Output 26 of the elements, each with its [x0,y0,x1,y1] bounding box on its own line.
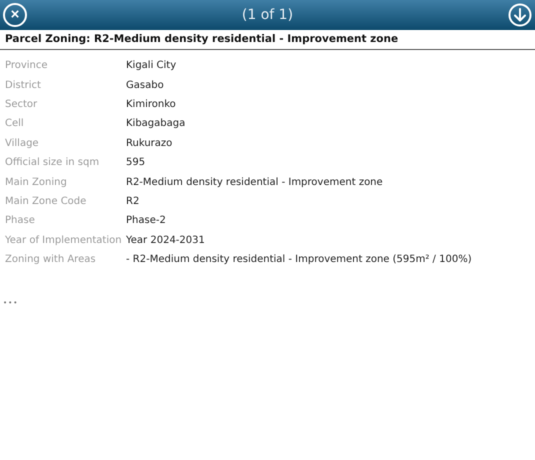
field-label: Official size in sqm [4,157,100,168]
field-value: Phase-2 [126,215,166,226]
field-value: Kimironko [126,98,176,110]
download-icon[interactable] [508,3,532,27]
field-label: Zoning with Areas [4,254,97,266]
field-value: Rukurazo [126,138,172,149]
field-value: R2-Medium density residential - Improvement zone [126,176,383,188]
field-label: Province [4,60,49,72]
field-label: Sector [4,98,38,110]
field-label: Phase [4,215,36,226]
field-label: Village [4,138,40,149]
field-value: Kibagabaga [126,118,186,130]
field-value: Gasabo [126,80,164,91]
field-value: Kigali City [126,60,176,72]
close-button[interactable]: × [3,3,27,27]
field-value: R2 [126,196,140,207]
field-label: Main Zoning [4,176,68,188]
popup-title: Parcel Zoning: R2-Medium density residential - Improvement zone [0,30,535,50]
field-value: Year 2024-2031 [126,234,205,246]
page-counter: (1 of 1) [242,7,294,23]
field-label: District [4,80,42,91]
field-label: Main Zone Code [4,196,88,207]
field-label: Cell [4,118,25,130]
field-label: Year of Implementation [4,234,123,246]
field-value: 595 [126,157,146,168]
field-value: - R2-Medium density residential - Improvement zone (595m² / 100%) [126,254,472,266]
